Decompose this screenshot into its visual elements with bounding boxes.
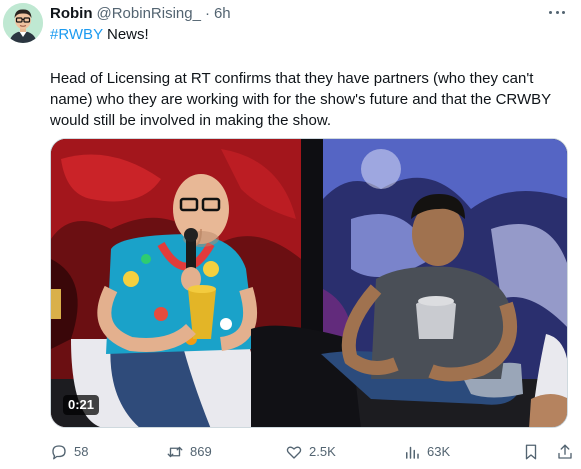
- author-handle[interactable]: @RobinRising_: [97, 5, 201, 22]
- hashtag-link[interactable]: #RWBY: [50, 26, 103, 43]
- views-button[interactable]: 63K: [403, 441, 450, 463]
- more-horizontal-icon-dot: [555, 10, 559, 14]
- retweet-count: 869: [190, 444, 212, 459]
- reply-count: 58: [74, 444, 89, 459]
- more-horizontal-icon-dot: [562, 10, 565, 14]
- retweet-button[interactable]: 869: [166, 441, 212, 463]
- tweet-text: Head of Licensing at RT confirms that th…: [50, 70, 551, 129]
- reply-icon: [52, 445, 66, 460]
- more-horizontal-icon: [549, 10, 552, 14]
- like-button[interactable]: 2.5K: [285, 441, 336, 463]
- tweet-tagline: #RWBY News!: [50, 24, 149, 46]
- like-count: 2.5K: [309, 444, 336, 459]
- bookmark-button[interactable]: [522, 441, 540, 463]
- heart-icon: [286, 446, 302, 459]
- tweet-header: Robin @RobinRising_ · 6h: [50, 2, 231, 24]
- share-button[interactable]: [556, 441, 574, 463]
- separator-dot: ·: [204, 4, 210, 22]
- author-display-name[interactable]: Robin: [50, 5, 93, 22]
- tweet-timestamp[interactable]: 6h: [214, 5, 231, 22]
- video-player[interactable]: 0:21: [50, 138, 568, 428]
- view-count: 63K: [427, 444, 451, 459]
- tweet-actions: 58 869 2.5K 63K: [50, 441, 575, 463]
- share-icon: [558, 444, 572, 459]
- video-duration: 0:21: [63, 395, 100, 415]
- views-bar-chart-icon: [406, 446, 419, 459]
- tweet: Robin @RobinRising_ · 6h #RWBY News! Hea…: [0, 0, 581, 469]
- reply-button[interactable]: 58: [50, 441, 88, 463]
- tagline-text: News!: [102, 26, 149, 43]
- more-options-button[interactable]: [547, 4, 567, 20]
- retweet-icon: [167, 446, 183, 458]
- avatar[interactable]: [3, 3, 43, 43]
- bookmark-icon: [525, 444, 537, 460]
